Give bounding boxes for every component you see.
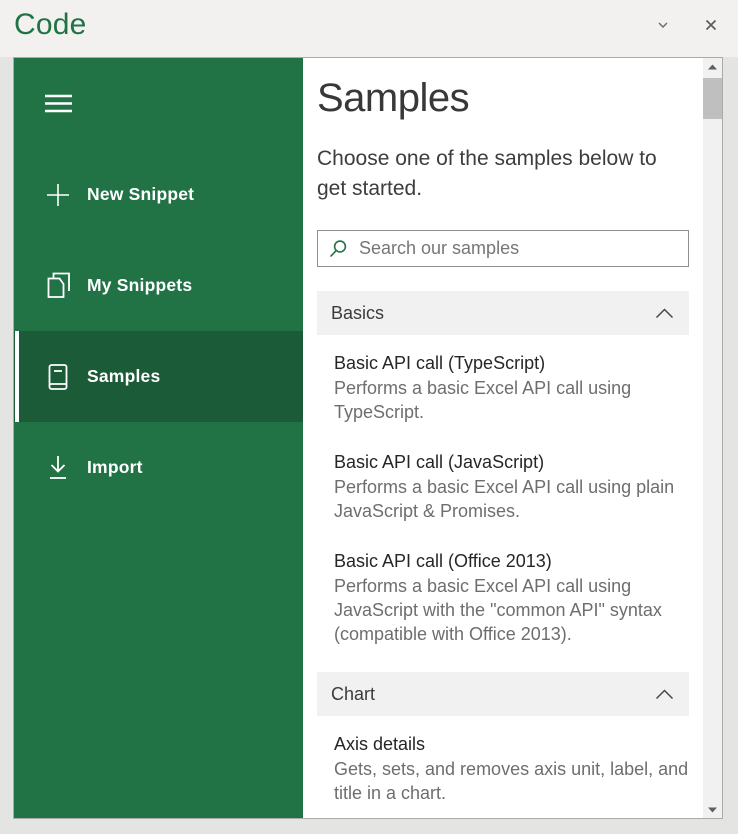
sample-item-basic-api-javascript[interactable]: Basic API call (JavaScript) Performs a b… (334, 450, 689, 523)
snippets-icon (45, 272, 71, 300)
sample-item-basic-api-typescript[interactable]: Basic API call (TypeScript) Performs a b… (334, 351, 689, 424)
sidebar-item-label: Import (87, 457, 143, 477)
sample-description: Performs a basic Excel API call using Ja… (334, 576, 662, 644)
section-header-basics[interactable]: Basics (317, 291, 689, 335)
pane-options-button[interactable] (650, 12, 676, 38)
sample-item-axis-details[interactable]: Axis details Gets, sets, and removes axi… (334, 732, 689, 805)
scrollbar[interactable] (703, 58, 722, 818)
titlebar: Code (0, 0, 738, 57)
sample-title: Basic API call (Office 2013) (334, 551, 552, 571)
search-box (317, 230, 689, 267)
section-header-chart[interactable]: Chart (317, 672, 689, 716)
sidebar-nav: New Snippet My Snippets Samples Import (14, 58, 303, 818)
section-title: Chart (331, 683, 376, 704)
close-icon (705, 19, 717, 31)
search-input[interactable] (359, 238, 678, 259)
close-pane-button[interactable] (698, 12, 724, 38)
search-icon (329, 239, 347, 257)
sample-description: Performs a basic Excel API call using pl… (334, 477, 675, 521)
sample-description: Gets, sets, and removes axis unit, label… (334, 759, 689, 803)
section-title: Basics (331, 302, 385, 323)
sidebar-item-my-snippets[interactable]: My Snippets (14, 240, 303, 331)
sidebar-item-label: My Snippets (87, 275, 193, 295)
scroll-up-button[interactable] (703, 58, 722, 75)
scroll-down-icon (708, 807, 717, 812)
sidebar-item-label: New Snippet (87, 184, 195, 204)
scroll-up-icon (708, 64, 717, 69)
sample-description: Performs a basic Excel API call using Ty… (334, 378, 632, 422)
chevron-up-icon (655, 307, 674, 318)
sample-title: Basic API call (JavaScript) (334, 452, 545, 472)
app-title: Code (14, 8, 87, 41)
page-title: Samples (317, 76, 470, 120)
intro-text: Choose one of the samples below to get s… (317, 147, 657, 200)
hamburger-menu-icon (45, 94, 72, 112)
scrollbar-thumb[interactable] (703, 78, 722, 119)
sidebar-item-label: Samples (87, 366, 161, 386)
download-icon (45, 454, 71, 482)
menu-toggle-button[interactable] (14, 58, 303, 149)
scroll-down-button[interactable] (703, 801, 722, 818)
samples-panel: Samples Choose one of the samples below … (303, 58, 703, 818)
plus-icon (45, 181, 71, 209)
chevron-down-icon (658, 22, 668, 28)
sidebar-item-new-snippet[interactable]: New Snippet (14, 149, 303, 240)
task-pane: New Snippet My Snippets Samples Import S… (13, 57, 723, 819)
book-icon (45, 363, 71, 391)
sidebar-item-import[interactable]: Import (14, 422, 303, 513)
chevron-up-icon (655, 688, 674, 699)
sample-title: Basic API call (TypeScript) (334, 353, 546, 373)
sample-item-basic-api-office2013[interactable]: Basic API call (Office 2013) Performs a … (334, 549, 689, 646)
sample-title: Axis details (334, 734, 426, 754)
sidebar-item-samples[interactable]: Samples (14, 331, 303, 422)
